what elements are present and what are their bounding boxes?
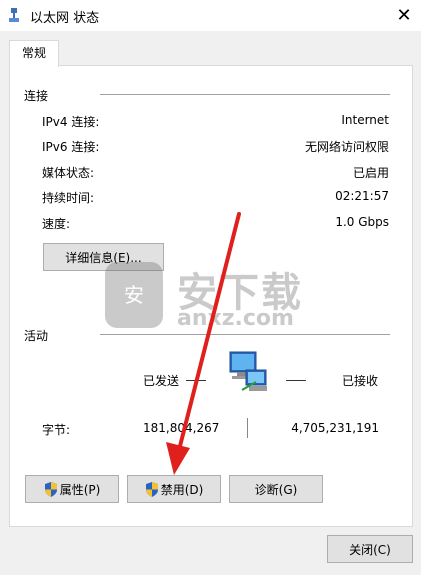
properties-button[interactable]: 属性(P) — [25, 475, 119, 503]
sent-label: 已发送 — [143, 374, 180, 388]
activity-divider — [100, 334, 390, 335]
general-panel — [9, 65, 413, 527]
media-state-value: 已启用 — [352, 166, 389, 180]
bytes-received-value: 4,705,231,191 — [291, 421, 379, 435]
connection-divider — [100, 94, 390, 95]
bytes-label: 字节: — [42, 423, 71, 437]
duration-value: 02:21:57 — [335, 189, 389, 203]
received-dash — [286, 380, 306, 381]
bytes-separator — [247, 418, 248, 438]
diagnose-button-label: 诊断(G) — [254, 482, 298, 497]
network-adapter-icon — [9, 8, 19, 22]
speed-value: 1.0 Gbps — [335, 215, 389, 229]
details-button[interactable]: 详细信息(E)... — [43, 243, 164, 271]
ipv6-label: IPv6 连接: — [42, 140, 100, 154]
connection-section-label: 连接 — [24, 87, 55, 104]
disable-button[interactable]: 禁用(D) — [127, 475, 221, 503]
properties-button-label: 属性(P) — [59, 482, 101, 497]
uac-shield-icon — [44, 482, 57, 497]
close-button-label: 关闭(C) — [349, 542, 391, 557]
sent-dash — [186, 380, 206, 381]
bytes-sent-value: 181,804,267 — [143, 421, 220, 435]
window-title: 以太网 状态 — [30, 11, 100, 26]
close-window-button[interactable]: ✕ — [387, 0, 421, 31]
ipv4-label: IPv4 连接: — [42, 115, 100, 129]
ipv6-value: 无网络访问权限 — [304, 140, 389, 154]
ipv4-value: Internet — [341, 113, 389, 127]
diagnose-button[interactable]: 诊断(G) — [229, 475, 323, 503]
disable-button-label: 禁用(D) — [160, 482, 204, 497]
close-button[interactable]: 关闭(C) — [327, 535, 413, 563]
details-button-label: 详细信息(E)... — [65, 250, 142, 265]
title-bar: 以太网 状态 ✕ — [0, 0, 421, 31]
duration-label: 持续时间: — [42, 191, 95, 205]
media-state-label: 媒体状态: — [42, 166, 95, 180]
speed-label: 速度: — [42, 217, 71, 231]
network-computers-icon — [229, 351, 267, 391]
tab-general[interactable]: 常规 — [9, 40, 59, 67]
uac-shield-icon — [145, 482, 158, 497]
activity-section-label: 活动 — [24, 327, 55, 344]
received-label: 已接收 — [342, 374, 379, 388]
